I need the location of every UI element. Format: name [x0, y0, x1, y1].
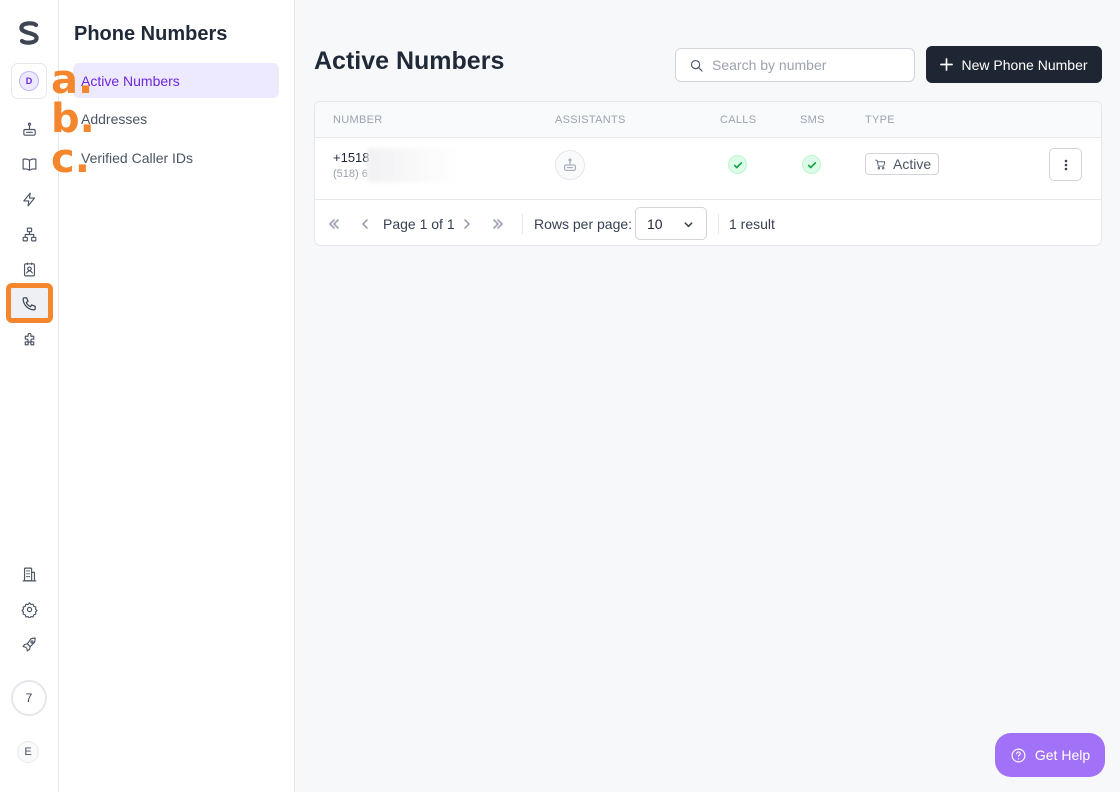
cart-icon: [875, 159, 886, 170]
book-icon: [22, 157, 36, 171]
assistants-icon: [564, 158, 576, 171]
sidebar-item-addresses[interactable]: Addresses: [73, 101, 279, 136]
type-badge: Active: [865, 153, 940, 175]
launch-nav-button[interactable]: [14, 629, 44, 659]
pager-divider: [718, 214, 719, 234]
column-header-calls: CALLS: [720, 114, 757, 126]
row-actions-button[interactable]: [1049, 148, 1082, 181]
user-avatar[interactable]: E: [17, 741, 39, 763]
bolt-icon: [22, 192, 35, 206]
sidebar-item-active-numbers[interactable]: Active Numbers: [73, 63, 279, 98]
type-label: Active: [893, 156, 932, 172]
workflow-icon: [22, 227, 36, 241]
tools-nav-button[interactable]: [14, 184, 44, 214]
chevrons-right-icon: [493, 219, 503, 229]
search-icon: [689, 58, 704, 73]
table-row[interactable]: +1518 (518) 6 Active: [315, 138, 1101, 200]
sms-enabled-check: [802, 155, 821, 174]
pager-divider: [522, 214, 523, 234]
first-page-button[interactable]: [327, 217, 341, 231]
gear-icon: [20, 601, 38, 618]
sidebar-item-label: Verified Caller IDs: [81, 149, 194, 166]
puzzle-icon: [24, 332, 34, 345]
phone-number: +1518: [333, 150, 370, 165]
chevron-right-icon: [464, 219, 470, 229]
rows-per-page-value: 10: [647, 215, 663, 232]
page-title: Active Numbers: [314, 47, 505, 75]
chevron-down-icon: [684, 222, 693, 228]
contact-card-icon: [23, 262, 35, 276]
contacts-nav-button[interactable]: [14, 254, 44, 284]
annotation-c: c.: [51, 136, 90, 182]
search-input[interactable]: [712, 57, 902, 73]
new-phone-number-button[interactable]: New Phone Number: [926, 46, 1102, 83]
sidebar-item-verified-caller-ids[interactable]: Verified Caller IDs: [73, 140, 279, 175]
phone-number-local: (518) 6: [333, 168, 368, 180]
check-icon: [807, 161, 816, 168]
prev-page-button[interactable]: [358, 217, 372, 231]
column-header-type: TYPE: [865, 114, 895, 126]
settings-nav-button[interactable]: [14, 594, 44, 624]
column-header-sms: SMS: [800, 114, 825, 126]
sidebar-title: Phone Numbers: [74, 23, 228, 45]
chevron-left-icon: [362, 219, 368, 229]
result-count: 1 result: [729, 216, 775, 232]
get-help-button[interactable]: Get Help: [995, 733, 1105, 777]
phone-icon: [22, 296, 36, 310]
get-help-label: Get Help: [1034, 747, 1091, 763]
table-header: NUMBER ASSISTANTS CALLS SMS TYPE: [315, 102, 1101, 138]
annotation-b: b.: [51, 96, 95, 142]
organization-nav-button[interactable]: [14, 559, 44, 589]
building-icon: [22, 567, 36, 581]
pagination: Page 1 of 1 Rows per page: 10 1 result: [315, 201, 1101, 245]
annotation-a: a.: [51, 57, 94, 103]
phone-numbers-nav-button[interactable]: [6, 283, 53, 323]
notification-counter[interactable]: 7: [11, 680, 47, 716]
check-icon: [733, 161, 742, 168]
more-vertical-icon: [1064, 159, 1067, 170]
new-phone-number-label: New Phone Number: [961, 56, 1088, 73]
workspace-switcher-button[interactable]: D: [11, 63, 47, 99]
workspace-avatar: D: [19, 71, 39, 91]
assistants-nav-button[interactable]: [14, 114, 44, 144]
docs-nav-button[interactable]: [14, 149, 44, 179]
rocket-icon: [22, 637, 36, 651]
column-header-assistants: ASSISTANTS: [555, 114, 626, 126]
chevrons-left-icon: [329, 219, 339, 229]
column-header-number: NUMBER: [333, 114, 383, 126]
assistant-placeholder[interactable]: [555, 150, 585, 180]
rows-per-page-label: Rows per page:: [534, 216, 633, 232]
last-page-button[interactable]: [491, 217, 505, 231]
integrations-nav-button[interactable]: [14, 325, 44, 355]
numbers-table: NUMBER ASSISTANTS CALLS SMS TYPE +1518 (…: [314, 101, 1102, 246]
assistants-icon: [22, 122, 36, 136]
redaction-blur: [367, 148, 462, 182]
app-logo-icon[interactable]: [14, 18, 44, 48]
plus-icon: [940, 58, 954, 71]
workflows-nav-button[interactable]: [14, 219, 44, 249]
next-page-button[interactable]: [460, 217, 474, 231]
help-circle-icon: [1011, 748, 1026, 762]
rows-per-page-select[interactable]: 10: [635, 207, 707, 240]
calls-enabled-check: [728, 155, 747, 174]
page-indicator: Page 1 of 1: [383, 216, 455, 232]
search-box: [675, 48, 915, 82]
sidebar-item-label: Active Numbers: [81, 72, 180, 89]
